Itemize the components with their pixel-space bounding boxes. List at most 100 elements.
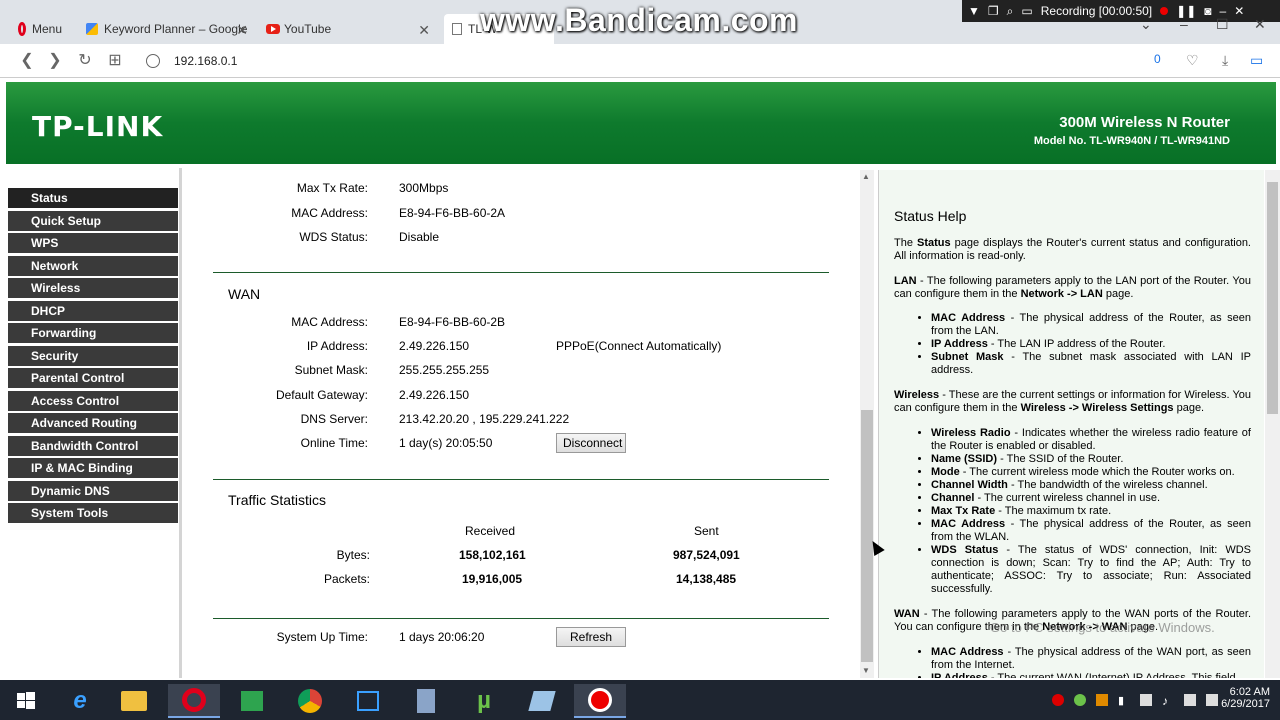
battery-tray-icon[interactable] [1140,694,1152,706]
back-icon[interactable]: ❮ [16,50,38,72]
bytes-received: 158,102,161 [459,548,526,562]
sidebar-item-wireless[interactable]: Wireless [8,278,178,298]
minimize-window-icon[interactable]: – [1180,16,1188,32]
sidebar-item-security[interactable]: Security [8,345,178,366]
help-list-item: Name (SSID) - The SSID of the Router. [931,453,1251,466]
maximize-window-icon[interactable]: ☐ [1216,16,1229,33]
url-field[interactable]: 192.168.0.1 [136,49,1206,73]
wan-mac-row: MAC Address: E8-94-F6-BB-60-2B [184,315,858,331]
dropdown-icon[interactable]: ▼ [968,4,980,18]
volume-icon[interactable]: ♪ [1162,694,1174,708]
close-window-icon[interactable]: ✕ [1254,16,1266,33]
speed-dial-icon[interactable]: ⊞ [104,50,126,72]
file-explorer-icon[interactable] [108,684,160,718]
sidebar-item-dhcp[interactable]: DHCP [8,300,178,321]
forward-icon[interactable]: ❯ [44,50,66,72]
warning-tray-icon[interactable] [1096,694,1108,706]
download-icon[interactable]: ⤓ [1222,52,1228,69]
scroll-thumb[interactable] [861,410,873,662]
chrome-icon[interactable] [284,684,336,718]
sidebar-item-bandwidth-control[interactable]: Bandwidth Control [8,435,178,456]
help-list-item: Max Tx Rate - The maximum tx rate. [931,505,1251,518]
connection-mode: PPPoE(Connect Automatically) [556,339,722,353]
sidebar-item-status[interactable]: Status [8,188,178,208]
sent-header: Sent [694,524,719,538]
tplink-logo: TP-LINK [32,110,164,143]
notification-icon[interactable] [1206,694,1218,706]
reload-icon[interactable]: ↻ [74,50,96,72]
tab-label: Keyword Planner – Google [104,22,248,36]
clock[interactable]: 6:02 AM 6/29/2017 [1221,686,1270,710]
tab-keyword-planner[interactable]: Keyword Planner – Google ✕ [78,14,256,44]
help-list-item: Channel - The current wireless channel i… [931,492,1251,505]
sidebar-item-ip-mac-binding[interactable]: IP & MAC Binding [8,458,178,478]
tab-youtube[interactable]: YouTube ✕ [258,14,438,44]
calculator-icon[interactable] [400,684,452,718]
field-label: System Up Time: [276,630,368,644]
adblock-badge[interactable]: 0 [1154,52,1161,66]
sidebar-item-dynamic-dns[interactable]: Dynamic DNS [8,480,178,501]
sidebar-item-network[interactable]: Network [8,255,178,276]
utorrent-tray-icon[interactable] [1074,694,1086,706]
main-scrollbar[interactable]: ▲ ▼ [860,170,874,678]
scroll-down-icon[interactable]: ▼ [862,666,870,675]
windows-start-icon[interactable] [0,684,52,718]
sidebar-item-forwarding[interactable]: Forwarding [8,323,178,343]
model-number: Model No. TL-WR940N / TL-WR941ND [1033,135,1230,147]
store-icon[interactable] [226,684,278,718]
opera-taskbar-icon[interactable] [168,684,220,718]
search-icon[interactable]: ⌕ [1007,4,1014,19]
sidebar-item-parental-control[interactable]: Parental Control [8,368,178,388]
help-list-item: IP Address - The LAN IP address of the R… [931,338,1251,351]
record-icon[interactable] [1160,7,1169,15]
battery-icon[interactable]: ▭ [1250,52,1263,69]
field-label: IP Address: [306,339,368,353]
field-label: Default Gateway: [275,388,368,402]
scroll-up-icon[interactable]: ▲ [862,172,870,181]
window-icon[interactable]: ❐ [988,4,999,18]
record-tray-icon[interactable] [1052,694,1064,706]
notepad-icon[interactable] [516,684,568,718]
help-list-item: Channel Width - The bandwidth of the wir… [931,479,1251,492]
sidebar-item-system-tools[interactable]: System Tools [8,503,178,523]
tab-menu-icon[interactable]: ⌄ [1140,16,1152,33]
help-list-item: MAC Address - The physical address of th… [931,518,1251,544]
keyboard-icon[interactable] [1184,694,1196,706]
help-scrollbar[interactable] [1265,170,1280,678]
sidebar-item-wps[interactable]: WPS [8,233,178,253]
field-label: MAC Address: [291,315,368,329]
field-value: 1 day(s) 20:05:50 [399,436,493,450]
address-bar-row: ❮ ❯ ↻ ⊞ 192.168.0.1 0 ♡ ⤓ ▭ [0,44,1280,78]
sidebar: Status Quick Setup WPS Network Wireless DHCP F… [6,168,182,678]
status-panel: Max Tx Rate: 300Mbps MAC Address: E8-94-… [184,170,858,678]
sidebar-item-access-control[interactable]: Access Control [8,390,178,411]
wan-dns-row: DNS Server: 213.42.20.20 , 195.229.241.2… [184,412,858,428]
close-icon[interactable]: ✕ [236,22,248,39]
close-icon[interactable]: ✕ [418,22,430,39]
sidebar-item-advanced-routing[interactable]: Advanced Routing [8,413,178,433]
disconnect-button[interactable]: Disconnect [556,433,626,453]
divider [213,272,829,273]
uptime-row: System Up Time: 1 days 20:06:20 [184,630,858,646]
screen-capture-icon[interactable] [342,684,394,718]
internet-explorer-icon[interactable]: e [54,684,106,718]
help-list-item: Mode - The current wireless mode which t… [931,466,1251,479]
utorrent-icon[interactable]: µ [458,684,510,718]
sidebar-item-quick-setup[interactable]: Quick Setup [8,210,178,231]
help-lan: LAN - The following parameters apply to … [894,275,1251,300]
field-label: WDS Status: [299,230,368,244]
opera-menu-button[interactable]: Menu [10,14,70,44]
refresh-button[interactable]: Refresh [556,627,626,647]
heart-icon[interactable]: ♡ [1186,52,1199,69]
scroll-thumb[interactable] [1267,182,1278,414]
field-label: Online Time: [300,436,368,450]
bandicam-icon[interactable] [574,684,626,718]
camera-icon[interactable]: ◙ [1204,4,1211,18]
youtube-icon [266,24,280,34]
screen-icon[interactable]: ▭ [1021,4,1032,18]
close-icon[interactable]: ✕ [1234,4,1244,18]
wds-row: WDS Status: Disable [184,230,858,246]
network-icon[interactable]: ▮ [1118,694,1130,707]
router-header: TP-LINK 300M Wireless N Router Model No.… [6,82,1276,164]
wan-gateway-row: Default Gateway: 2.49.226.150 [184,388,858,404]
